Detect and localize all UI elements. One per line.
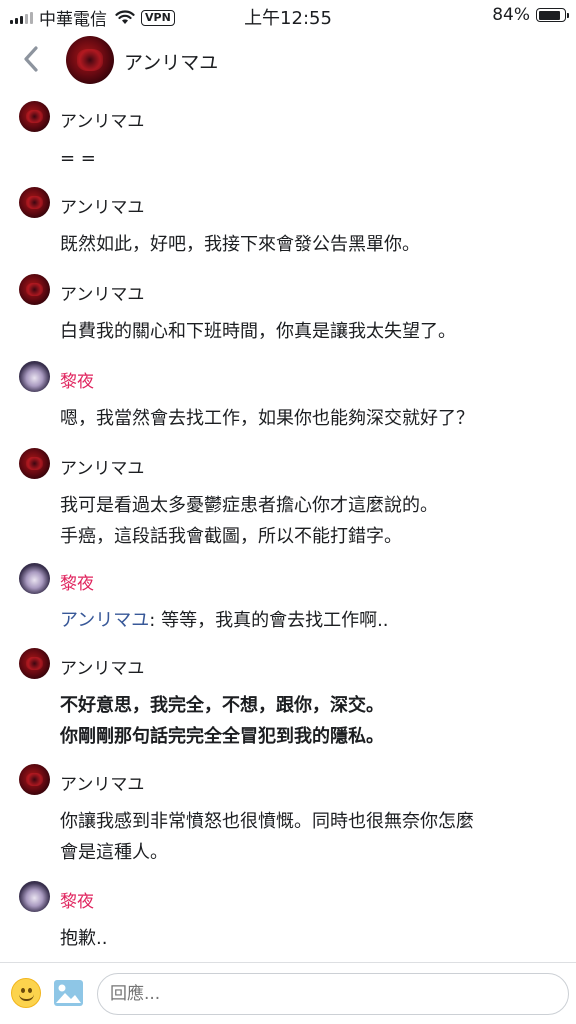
message-text: 你讓我感到非常憤怒也很憤慨。同時也很無奈你怎麼: [60, 811, 474, 832]
message-text: 抱歉..: [60, 928, 108, 949]
status-right: 84%: [492, 5, 569, 25]
avatar[interactable]: [19, 648, 50, 679]
message-line: アンリマユ: 等等，我真的會去找工作啊..: [60, 605, 570, 636]
message-text: 嗯，我當然會去找工作，如果你也能夠深交就好了？: [60, 408, 474, 429]
message-body: アンリマユ: 等等，我真的會去找工作啊..: [60, 605, 570, 636]
message-line: 會是這種人。: [60, 837, 570, 868]
avatar[interactable]: [19, 563, 50, 594]
message-body: 你讓我感到非常憤怒也很憤慨。同時也很無奈你怎麼 會是這種人。: [60, 806, 570, 868]
message-line: 抱歉..: [60, 923, 570, 954]
message-body: 嗯，我當然會去找工作，如果你也能夠深交就好了？: [60, 403, 570, 434]
reply-input[interactable]: [97, 973, 569, 1015]
message-line: 既然如此，好吧，我接下來會發公告黑單你。: [60, 229, 570, 260]
message-line: 不好意思，我完全，不想，跟你，深交。: [60, 690, 570, 721]
message-author[interactable]: アンリマユ: [60, 654, 144, 679]
message-author[interactable]: アンリマユ: [60, 280, 144, 305]
smiley-icon[interactable]: [11, 978, 41, 1008]
message-line: = =: [60, 143, 570, 174]
battery-icon: [536, 8, 569, 22]
message-author[interactable]: 黎夜: [60, 887, 94, 912]
message-text: 既然如此，好吧，我接下來會發公告黑單你。: [60, 234, 420, 255]
back-button[interactable]: [14, 42, 48, 76]
avatar[interactable]: [19, 448, 50, 479]
status-time: 上午12:55: [244, 8, 332, 29]
message-line: 你剛剛那句話完完全全冒犯到我的隱私。: [60, 721, 570, 752]
message-text: 手癌，這段話我會截圖，所以不能打錯字。: [60, 526, 402, 547]
message-body: 白費我的關心和下班時間，你真是讓我太失望了。: [60, 316, 570, 347]
message-body: 不好意思，我完全，不想，跟你，深交。 你剛剛那句話完完全全冒犯到我的隱私。: [60, 690, 570, 752]
message-body: = =: [60, 143, 570, 174]
message-text: = =: [60, 148, 96, 169]
photo-icon[interactable]: [53, 979, 84, 1007]
message-text: : 等等，我真的會去找工作啊..: [149, 610, 389, 631]
message-line: 嗯，我當然會去找工作，如果你也能夠深交就好了？: [60, 403, 570, 434]
message-author[interactable]: 黎夜: [60, 367, 94, 392]
header-avatar[interactable]: [66, 36, 114, 84]
chevron-left-icon: [24, 46, 38, 72]
message-author[interactable]: アンリマユ: [60, 107, 144, 132]
conversation-title[interactable]: アンリマユ: [124, 48, 218, 75]
message-body: 我可是看過太多憂鬱症患者擔心你才這麼說的。 手癌，這段話我會截圖，所以不能打錯字。: [60, 490, 570, 552]
message-author[interactable]: アンリマユ: [60, 454, 144, 479]
composer-bar: [0, 962, 576, 1024]
message-author[interactable]: アンリマユ: [60, 193, 144, 218]
avatar[interactable]: [19, 764, 50, 795]
message-text: 你剛剛那句話完完全全冒犯到我的隱私。: [60, 726, 384, 747]
message-line: 你讓我感到非常憤怒也很憤慨。同時也很無奈你怎麼: [60, 806, 570, 837]
message-line: 白費我的關心和下班時間，你真是讓我太失望了。: [60, 316, 570, 347]
message-text: 白費我的關心和下班時間，你真是讓我太失望了。: [60, 321, 456, 342]
avatar[interactable]: [19, 101, 50, 132]
message-text: 我可是看過太多憂鬱症患者擔心你才這麼說的。: [60, 495, 438, 516]
avatar[interactable]: [19, 361, 50, 392]
battery-percent: 84%: [492, 5, 530, 25]
message-text: 會是這種人。: [60, 842, 168, 863]
avatar[interactable]: [19, 274, 50, 305]
avatar[interactable]: [19, 881, 50, 912]
avatar[interactable]: [19, 187, 50, 218]
battery-level: [538, 10, 560, 20]
message-author[interactable]: アンリマユ: [60, 770, 144, 795]
message-author[interactable]: 黎夜: [60, 569, 94, 594]
message-line: 手癌，這段話我會截圖，所以不能打錯字。: [60, 521, 570, 552]
message-body: 既然如此，好吧，我接下來會發公告黑單你。: [60, 229, 570, 260]
message-body: 抱歉..: [60, 923, 570, 954]
conversation-header: アンリマユ: [0, 30, 576, 92]
mention-link[interactable]: アンリマユ: [60, 610, 149, 631]
message-text: 不好意思，我完全，不想，跟你，深交。: [60, 695, 384, 716]
message-line: 我可是看過太多憂鬱症患者擔心你才這麼說的。: [60, 490, 570, 521]
status-bar: 中華電信 VPN 上午12:55 84%: [0, 0, 576, 30]
